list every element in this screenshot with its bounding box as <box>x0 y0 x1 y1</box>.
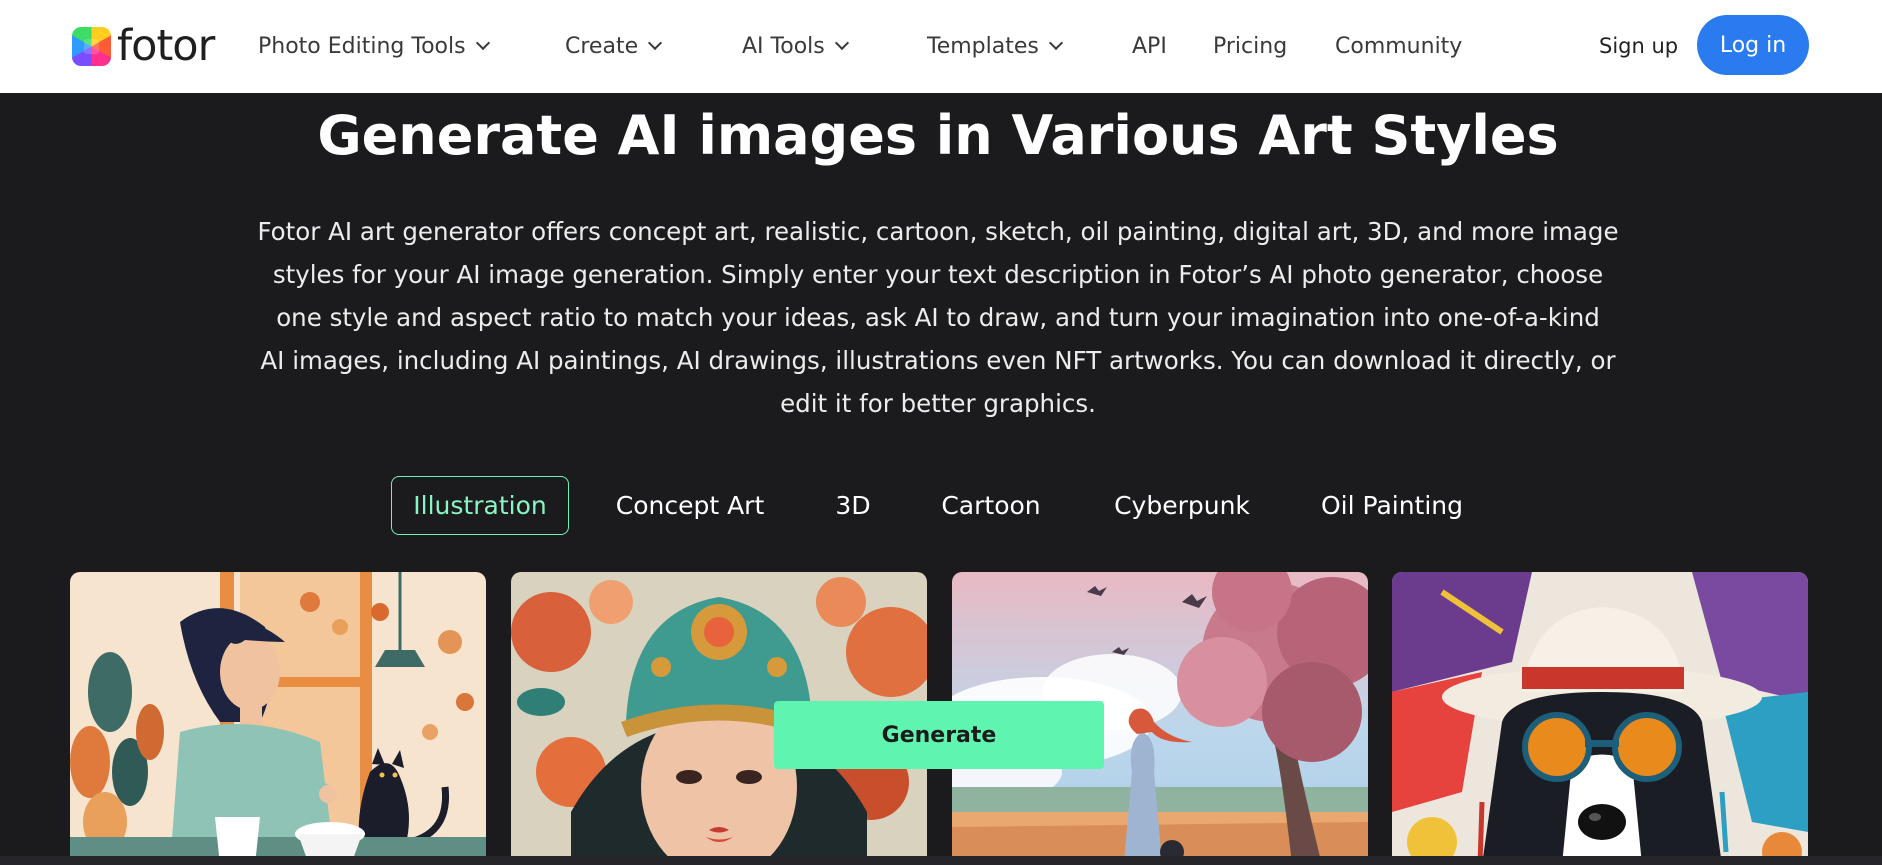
description-line: Fotor AI art generator offers concept ar… <box>257 217 1619 246</box>
description-line: edit it for better graphics. <box>780 389 1096 418</box>
chevron-down-icon <box>475 35 490 51</box>
nav-label: API <box>1132 33 1167 59</box>
hero-description: Fotor AI art generator offers concept ar… <box>250 210 1626 425</box>
nav-create[interactable]: Create <box>565 30 663 62</box>
nav-pricing[interactable]: Pricing <box>1213 30 1287 62</box>
page-title: Generate AI images in Various Art Styles <box>317 104 1559 167</box>
nav-label: AI Tools <box>742 33 825 59</box>
nav-label: Pricing <box>1213 33 1288 59</box>
example-image-card[interactable] <box>70 572 486 865</box>
nav-templates[interactable]: Templates <box>927 30 1063 62</box>
nav-api[interactable]: API <box>1132 30 1167 62</box>
logo-text: fotor <box>117 21 215 71</box>
tab-cyberpunk[interactable]: Cyberpunk <box>1106 476 1258 535</box>
nav-community[interactable]: Community <box>1335 30 1462 62</box>
fotor-logo[interactable]: fotor <box>72 21 215 71</box>
tab-oil-painting[interactable]: Oil Painting <box>1314 476 1470 535</box>
chevron-down-icon <box>834 35 849 51</box>
nav-label: Photo Editing Tools <box>258 33 466 59</box>
nav-label: Create <box>565 33 639 59</box>
description-line: styles for your AI image generation. Sim… <box>272 260 1604 289</box>
log-in-button[interactable]: Log in <box>1697 15 1809 75</box>
chevron-down-icon <box>1048 35 1063 51</box>
generate-button[interactable]: Generate <box>774 701 1104 769</box>
page-bottom-edge <box>0 856 1882 865</box>
woman-with-cat-illustration <box>70 572 486 865</box>
description-line: one style and aspect ratio to match your… <box>276 303 1600 332</box>
tab-3d[interactable]: 3D <box>826 476 880 535</box>
sign-up-link[interactable]: Sign up <box>1599 30 1678 62</box>
top-navigation-bar: fotor Photo Editing Tools Create AI Tool… <box>0 0 1882 93</box>
description-line: AI images, including AI paintings, AI dr… <box>260 346 1616 375</box>
nav-label: Community <box>1335 33 1463 59</box>
nav-label: Templates <box>927 33 1039 59</box>
example-image-card[interactable] <box>1392 572 1808 865</box>
tab-cartoon[interactable]: Cartoon <box>934 476 1048 535</box>
tab-illustration[interactable]: Illustration <box>391 476 569 535</box>
dog-with-sunglasses-and-hat-illustration <box>1392 572 1808 865</box>
fotor-logo-icon <box>72 26 111 66</box>
nav-photo-editing-tools[interactable]: Photo Editing Tools <box>258 30 490 62</box>
chevron-down-icon <box>648 35 663 51</box>
nav-ai-tools[interactable]: AI Tools <box>742 30 849 62</box>
tab-concept-art[interactable]: Concept Art <box>606 476 774 535</box>
